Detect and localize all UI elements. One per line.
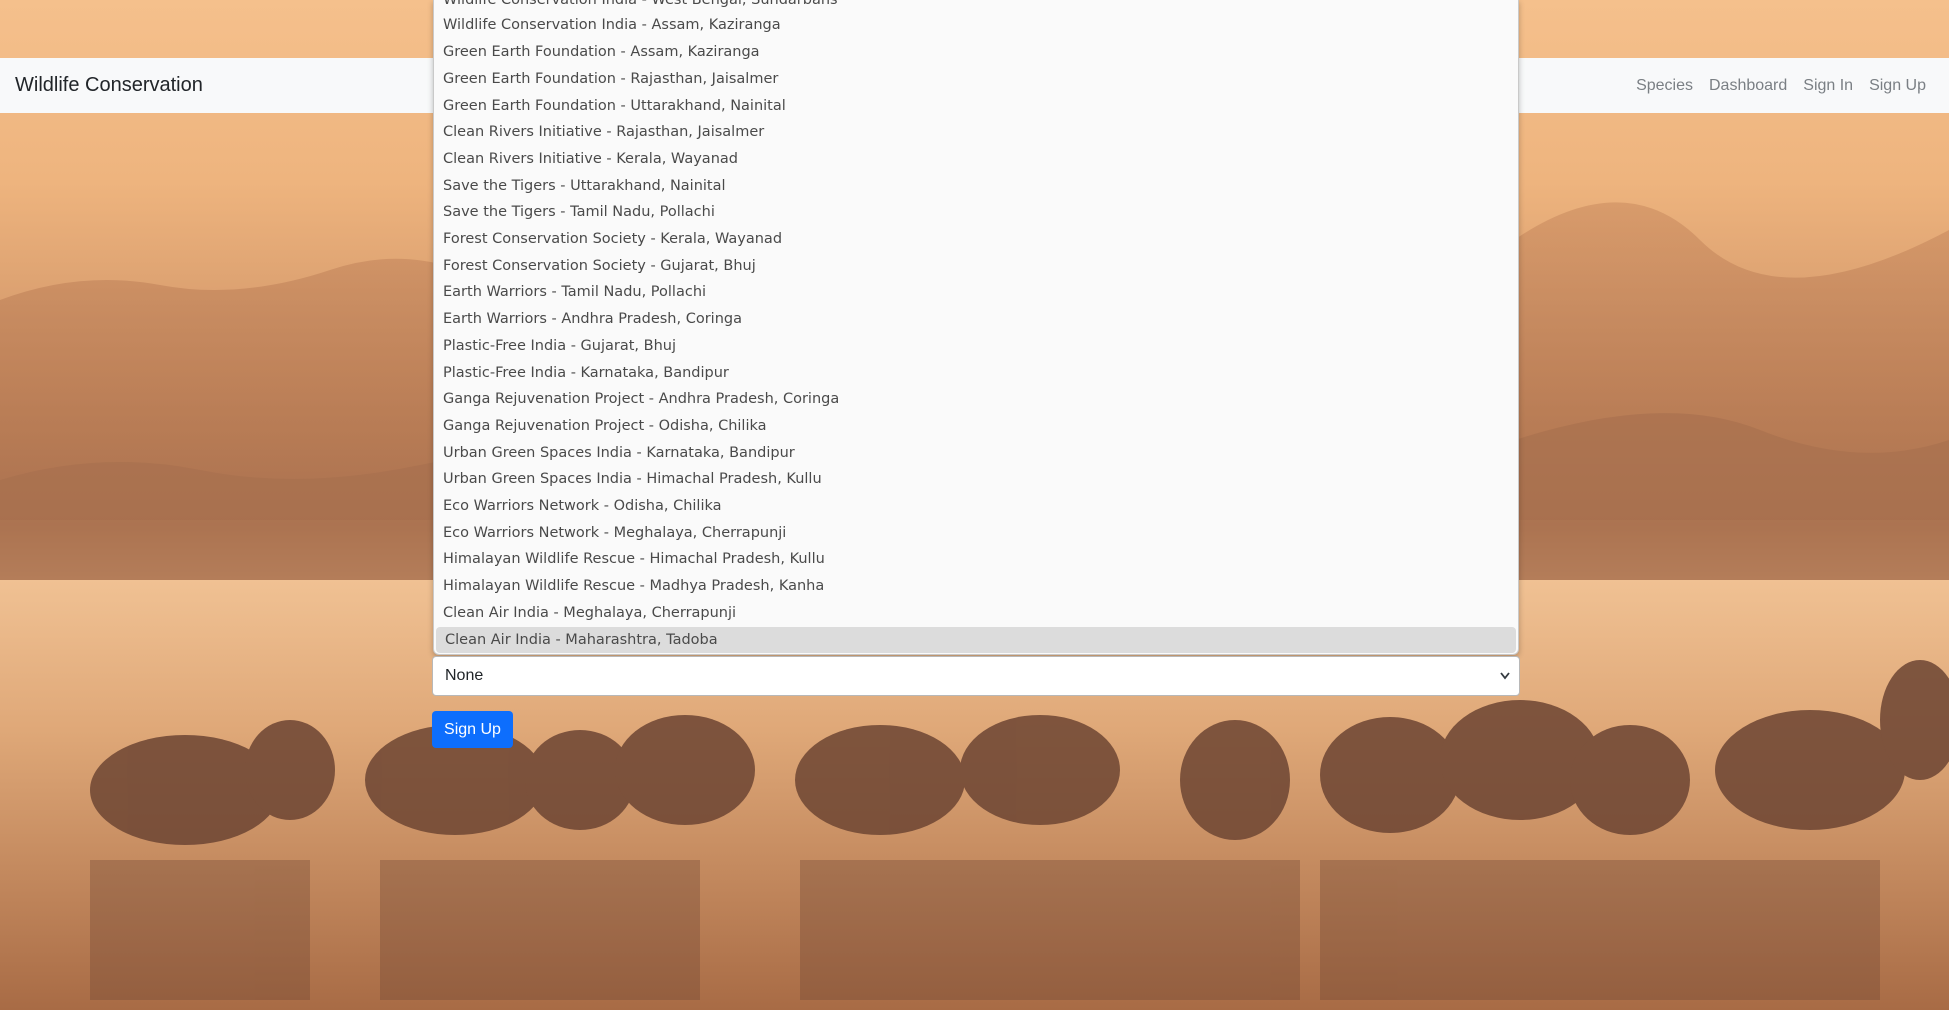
dropdown-option[interactable]: Save the Tigers - Uttarakhand, Nainital [434, 173, 1518, 200]
dropdown-option[interactable]: Himalayan Wildlife Rescue - Madhya Prade… [434, 573, 1518, 600]
dropdown-option[interactable]: Eco Warriors Network - Meghalaya, Cherra… [434, 520, 1518, 547]
dropdown-option[interactable]: Green Earth Foundation - Uttarakhand, Na… [434, 93, 1518, 120]
nav-link-sign-in[interactable]: Sign In [1795, 77, 1861, 95]
dropdown-option-highlighted[interactable]: Clean Air India - Maharashtra, Tadoba [436, 626, 1516, 654]
nav-link-species[interactable]: Species [1628, 77, 1701, 95]
dropdown-option[interactable]: Plastic-Free India - Karnataka, Bandipur [434, 360, 1518, 387]
dropdown-option[interactable]: Himalayan Wildlife Rescue - Himachal Pra… [434, 546, 1518, 573]
dropdown-option[interactable]: Urban Green Spaces India - Karnataka, Ba… [434, 440, 1518, 467]
dropdown-option[interactable]: Clean Rivers Initiative - Rajasthan, Jai… [434, 119, 1518, 146]
dropdown-option[interactable]: Plastic-Free India - Gujarat, Bhuj [434, 333, 1518, 360]
dropdown-option[interactable]: Urban Green Spaces India - Himachal Prad… [434, 466, 1518, 493]
nav-link-dashboard[interactable]: Dashboard [1701, 77, 1795, 95]
dropdown-option[interactable]: Ganga Rejuvenation Project - Andhra Prad… [434, 386, 1518, 413]
dropdown-option[interactable]: Save the Tigers - Tamil Nadu, Pollachi [434, 199, 1518, 226]
dropdown-option[interactable]: Earth Warriors - Andhra Pradesh, Coringa [434, 306, 1518, 333]
organization-dropdown-list[interactable]: Wildlife Conservation India - West Benga… [433, 0, 1519, 655]
dropdown-option[interactable]: Earth Warriors - Tamil Nadu, Pollachi [434, 279, 1518, 306]
dropdown-option[interactable]: Forest Conservation Society - Kerala, Wa… [434, 226, 1518, 253]
dropdown-option[interactable]: Green Earth Foundation - Rajasthan, Jais… [434, 66, 1518, 93]
dropdown-option[interactable]: Forest Conservation Society - Gujarat, B… [434, 253, 1518, 280]
select-value: None [445, 667, 484, 684]
chevron-down-icon [1499, 657, 1511, 710]
navbar-brand[interactable]: Wildlife Conservation [15, 74, 203, 97]
dropdown-option[interactable]: Clean Rivers Initiative - Kerala, Wayana… [434, 146, 1518, 173]
dropdown-option[interactable]: Clean Air India - Meghalaya, Cherrapunji [434, 600, 1518, 627]
dropdown-option[interactable]: Eco Warriors Network - Odisha, Chilika [434, 493, 1518, 520]
organization-select[interactable]: None [432, 656, 1520, 696]
dropdown-option[interactable]: Ganga Rejuvenation Project - Odisha, Chi… [434, 413, 1518, 440]
dropdown-option[interactable]: Green Earth Foundation - Assam, Kazirang… [434, 39, 1518, 66]
nav-links: Species Dashboard Sign In Sign Up [1628, 77, 1934, 95]
nav-link-sign-up[interactable]: Sign Up [1861, 77, 1934, 95]
sign-up-button[interactable]: Sign Up [432, 711, 513, 748]
dropdown-option[interactable]: Wildlife Conservation India - Assam, Kaz… [434, 12, 1518, 39]
